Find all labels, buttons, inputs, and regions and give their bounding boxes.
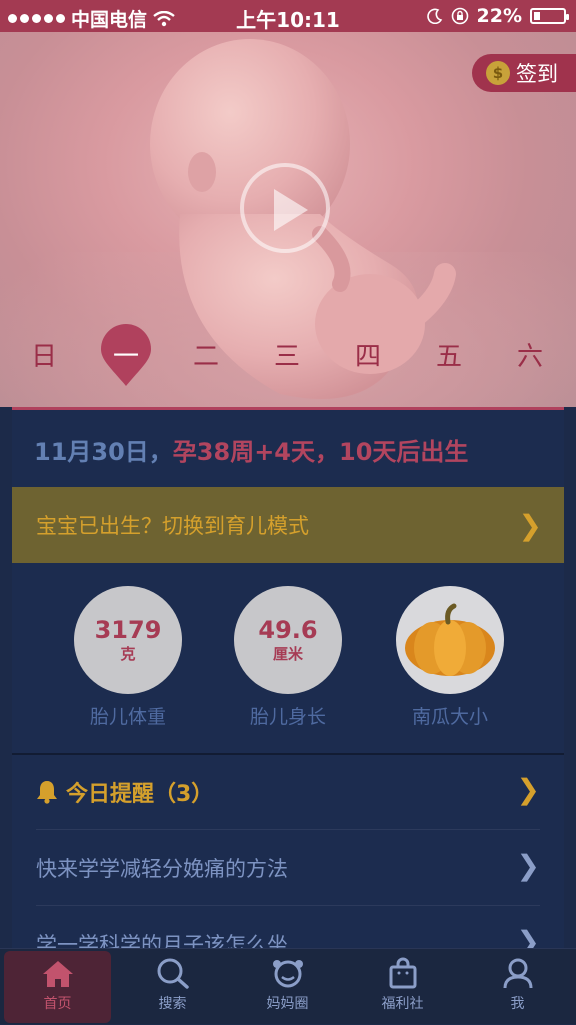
tab-label: 妈妈圈 bbox=[266, 996, 309, 1012]
pregnancy-info-card: 11月30日，孕38周+4天，10天后出生 宝宝已出生？切换到育儿模式 ❯ 31… bbox=[12, 407, 564, 753]
pumpkin-image bbox=[405, 603, 495, 676]
pregnancy-date-line: 11月30日，孕38周+4天，10天后出生 bbox=[34, 432, 468, 467]
weight-circle: 3179 克 bbox=[74, 586, 182, 694]
current-date: 11月30日， bbox=[34, 438, 173, 466]
size-compare-stat[interactable]: 南瓜大小 bbox=[396, 586, 504, 729]
day-tue[interactable]: 二 bbox=[181, 336, 231, 373]
reminder-item-label: 快来学学减轻分娩痛的方法 bbox=[36, 857, 288, 881]
status-right: 22% bbox=[426, 5, 569, 27]
chevron-right-icon: ❯ bbox=[516, 849, 540, 882]
play-video-button[interactable] bbox=[240, 163, 330, 253]
length-unit: 厘米 bbox=[272, 645, 303, 663]
day-wed[interactable]: 三 bbox=[262, 336, 312, 373]
length-circle: 49.6 厘米 bbox=[234, 586, 342, 694]
reminder-header[interactable]: 今日提醒（3） ❯ bbox=[36, 755, 540, 830]
sign-in-label: 签到 bbox=[516, 62, 558, 86]
tab-label: 首页 bbox=[43, 996, 72, 1012]
fetus-weight-stat[interactable]: 3179 克 胎儿体重 bbox=[74, 586, 182, 729]
weight-value: 3179 bbox=[94, 616, 162, 644]
tab-welfare[interactable]: 福利社 bbox=[345, 949, 460, 1025]
tab-search[interactable]: 搜索 bbox=[115, 949, 230, 1025]
status-bar: 中国电信 上午10:11 22% bbox=[0, 0, 576, 32]
shopping-bag-icon bbox=[389, 957, 416, 989]
pregnancy-progress: 孕38周+4天，10天后出生 bbox=[172, 438, 469, 466]
chevron-right-icon: ❯ bbox=[516, 773, 540, 806]
day-mon[interactable]: 一 bbox=[101, 336, 151, 373]
tab-label: 福利社 bbox=[381, 996, 424, 1012]
home-icon bbox=[42, 961, 73, 987]
weight-unit: 克 bbox=[120, 645, 136, 663]
coin-icon: $ bbox=[486, 61, 510, 85]
play-icon bbox=[274, 189, 308, 231]
bell-icon bbox=[37, 781, 57, 804]
tab-home[interactable]: 首页 bbox=[4, 951, 111, 1023]
reminder-title: 今日提醒（3） bbox=[66, 782, 214, 807]
rotation-lock-icon bbox=[451, 7, 468, 25]
circle-community-icon bbox=[272, 960, 303, 988]
length-value: 49.6 bbox=[258, 616, 318, 644]
today-reminders: 今日提醒（3） ❯ 快来学学减轻分娩痛的方法 ❯ 学一学科学的月子该怎么坐 ❯ bbox=[12, 753, 564, 982]
fetus-hero: $ 签到 日 一 二 三 四 五 六 bbox=[0, 32, 576, 407]
switch-label: 宝宝已出生？切换到育儿模式 bbox=[36, 514, 309, 538]
day-fri[interactable]: 五 bbox=[424, 336, 474, 373]
sign-in-button[interactable]: $ 签到 bbox=[472, 54, 576, 92]
chevron-right-icon: ❯ bbox=[518, 509, 542, 542]
day-thu[interactable]: 四 bbox=[343, 336, 393, 373]
tab-label: 我 bbox=[510, 996, 525, 1012]
switch-to-parenting-button[interactable]: 宝宝已出生？切换到育儿模式 ❯ bbox=[12, 487, 564, 563]
list-item[interactable]: 快来学学减轻分娩痛的方法 ❯ bbox=[36, 831, 540, 906]
week-day-selector: 日 一 二 三 四 五 六 bbox=[0, 324, 576, 394]
pumpkin-label: 南瓜大小 bbox=[411, 706, 488, 728]
reminder-title-wrap: 今日提醒（3） bbox=[36, 776, 213, 808]
bottom-tab-bar: 首页 搜索 妈妈圈 福利社 我 bbox=[0, 948, 576, 1024]
battery-percent: 22% bbox=[476, 5, 522, 27]
person-icon bbox=[503, 958, 532, 989]
battery-icon bbox=[530, 8, 569, 24]
day-sat[interactable]: 六 bbox=[505, 336, 555, 373]
fetus-length-stat[interactable]: 49.6 厘米 胎儿身长 bbox=[234, 586, 342, 729]
search-icon bbox=[157, 958, 189, 989]
pumpkin-circle bbox=[396, 586, 504, 694]
weight-label: 胎儿体重 bbox=[89, 706, 166, 728]
tab-label: 搜索 bbox=[158, 996, 187, 1012]
tab-me[interactable]: 我 bbox=[460, 949, 575, 1025]
day-sun[interactable]: 日 bbox=[19, 336, 69, 373]
moon-icon bbox=[426, 8, 442, 24]
tab-mom-circle[interactable]: 妈妈圈 bbox=[230, 949, 345, 1025]
length-label: 胎儿身长 bbox=[249, 706, 326, 728]
